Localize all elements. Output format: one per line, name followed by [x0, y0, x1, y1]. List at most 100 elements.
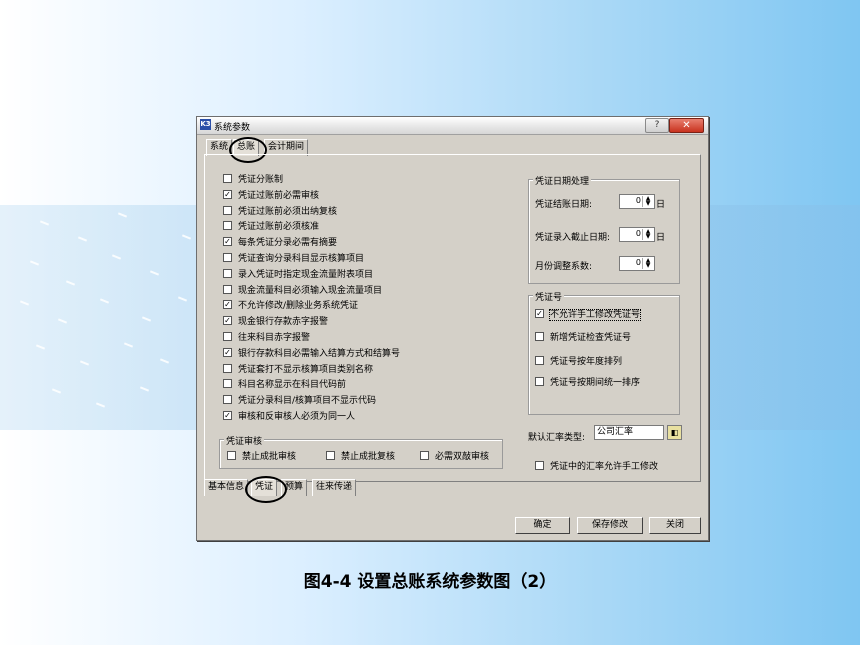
option-checkbox[interactable]: ✓ 不允许修改/删除业务系统凭证 — [223, 298, 358, 311]
browse-icon[interactable]: ◧ — [667, 425, 682, 440]
option-checkbox[interactable]: 科目名称显示在科目代码前 — [223, 377, 346, 390]
checkbox-label: 凭证过账前必需审核 — [238, 190, 320, 201]
option-checkbox[interactable]: 凭证查询分录科目显示核算项目 — [223, 251, 364, 264]
rate-type-label: 默认汇率类型: — [528, 433, 586, 443]
option-checkbox[interactable]: ✓ 审核和反审核人必须为同一人 — [223, 409, 355, 422]
checkbox-label: 凭证分录科目/核算项目不显示代码 — [238, 396, 377, 407]
dialog-title: 系统参数 — [214, 123, 251, 133]
checkbox-label: 凭证分账制 — [238, 175, 284, 185]
spin-arrows-icon[interactable]: ▲ ▼ — [642, 229, 653, 240]
checkbox-label: 凭证号按年度排列 — [550, 357, 623, 367]
closing-date-unit: 日 — [656, 200, 666, 210]
checkbox[interactable]: ✓ — [223, 347, 232, 357]
option-checkbox[interactable]: 往来科目赤字报警 — [223, 330, 310, 343]
option-checkbox[interactable]: 录入凭证时指定现金流量附表项目 — [223, 267, 373, 280]
option-checkbox[interactable]: 凭证套打不显示核算项目类别名称 — [223, 362, 373, 375]
checkbox[interactable]: ✓ — [223, 316, 232, 326]
checkbox[interactable]: ✓ — [223, 237, 232, 247]
title-bar: K3 系统参数 ? ✕ — [197, 117, 708, 135]
checkbox[interactable] — [535, 377, 544, 386]
stepper-value: 0 — [635, 258, 641, 267]
checkbox-label: 科目名称显示在科目代码前 — [238, 380, 347, 391]
audit-option-batch-audit[interactable]: 禁止成批审核 — [227, 449, 296, 462]
spin-arrows-icon[interactable]: ▲ ▼ — [642, 196, 653, 207]
checkbox[interactable] — [223, 268, 232, 278]
number-option-by-period[interactable]: 凭证号按期间统一排序 — [535, 375, 640, 388]
month-adjust-stepper[interactable]: 0 ▲ ▼ — [619, 256, 655, 271]
checkbox-label: 现金银行存款赤字报警 — [238, 317, 329, 328]
checkbox[interactable]: ✓ — [223, 411, 232, 420]
checkbox[interactable] — [223, 363, 232, 373]
number-option-check-on-add[interactable]: 新增凭证检查凭证号 — [535, 330, 631, 343]
checkbox[interactable] — [535, 332, 544, 341]
checkbox[interactable]: ✓ — [535, 309, 544, 318]
audit-option-batch-review[interactable]: 禁止成批复核 — [326, 449, 395, 462]
option-checkbox[interactable]: 凭证分录科目/核算项目不显示代码 — [223, 393, 376, 406]
entry-cutoff-stepper[interactable]: 0 ▲ ▼ — [619, 227, 655, 242]
stepper-value: 0 — [635, 196, 641, 205]
checkbox-label: 凭证查询分录科目显示核算项目 — [238, 254, 365, 264]
checkbox[interactable]: ✓ — [223, 300, 232, 310]
checkbox[interactable] — [223, 395, 232, 405]
checkbox-label: 凭证过账前必须出纳复核 — [238, 206, 338, 217]
checkbox-label: 凭证过账前必须核准 — [238, 222, 320, 233]
checkbox[interactable] — [326, 451, 335, 460]
checkbox[interactable] — [223, 284, 232, 294]
option-checkbox[interactable]: 凭证分账制 — [223, 172, 283, 185]
figure-caption: 图4-4 设置总账系统参数图（2） — [303, 572, 557, 592]
option-checkbox[interactable]: ✓ 银行存款科目必需输入结算方式和结算号 — [223, 346, 400, 359]
option-checkbox[interactable]: 凭证过账前必须出纳复核 — [223, 204, 337, 217]
number-option-by-year[interactable]: 凭证号按年度排列 — [535, 354, 622, 367]
close-window-button[interactable]: ✕ — [669, 118, 704, 133]
rate-type-field[interactable]: 公司汇率 — [594, 425, 664, 440]
checkbox-label: 凭证套打不显示核算项目类别名称 — [238, 364, 374, 375]
option-checkbox[interactable]: 现金流量科目必须输入现金流量项目 — [223, 283, 382, 296]
spin-arrows-icon[interactable]: ▲ ▼ — [642, 258, 653, 269]
checkbox-label: 每条凭证分录必需有摘要 — [238, 238, 338, 249]
close-button[interactable]: 关闭 — [649, 517, 701, 534]
option-checkbox[interactable]: ✓ 凭证过账前必需审核 — [223, 188, 319, 201]
checkbox[interactable] — [223, 253, 232, 262]
allow-manual-rate-edit[interactable]: 凭证中的汇率允许手工修改 — [535, 459, 658, 472]
checkbox-label: 不允许修改/删除业务系统凭证 — [238, 301, 359, 312]
save-button[interactable]: 保存修改 — [577, 517, 643, 534]
checkbox[interactable] — [223, 205, 232, 215]
number-option-no-manual-edit[interactable]: ✓ 不允许手工修改凭证号 — [535, 307, 642, 321]
checkbox[interactable]: ✓ — [223, 189, 232, 199]
checkbox[interactable] — [227, 451, 236, 460]
checkbox-label: 新增凭证检查凭证号 — [550, 333, 632, 343]
checkbox[interactable] — [535, 461, 544, 470]
option-checkbox[interactable]: ✓ 现金银行存款赤字报警 — [223, 314, 328, 327]
checkbox[interactable] — [420, 451, 429, 460]
checkbox[interactable] — [535, 356, 544, 365]
checkbox-label: 往来科目赤字报警 — [238, 333, 311, 343]
option-checkbox[interactable]: 凭证过账前必须核准 — [223, 219, 319, 232]
audit-option-double-audit[interactable]: 必需双敲审核 — [420, 449, 489, 462]
entry-cutoff-unit: 日 — [656, 233, 666, 243]
ok-button[interactable]: 确定 — [515, 517, 570, 534]
checkbox-label: 审核和反审核人必须为同一人 — [238, 412, 356, 422]
option-checkbox[interactable]: ✓ 每条凭证分录必需有摘要 — [223, 235, 337, 248]
closing-date-stepper[interactable]: 0 ▲ ▼ — [619, 194, 655, 209]
number-group-title: 凭证号 — [533, 290, 565, 303]
checkbox-label: 禁止成批复核 — [341, 452, 396, 462]
entry-cutoff-label: 凭证录入截止日期: — [535, 233, 611, 243]
audit-group-title: 凭证审核 — [224, 434, 265, 447]
highlight-circle-voucher — [245, 476, 287, 503]
stepper-value: 0 — [635, 229, 641, 238]
checkbox[interactable] — [223, 221, 232, 231]
system-parameters-dialog: K3 系统参数 ? ✕ 系统 总账 会计期间 凭证分账制 ✓ 凭证过账前必需审核 凭证… — [196, 116, 709, 541]
checkbox[interactable] — [223, 379, 232, 389]
date-group-title: 凭证日期处理 — [533, 174, 592, 187]
checkbox-label: 必需双敲审核 — [435, 452, 490, 462]
app-logo-icon: K3 — [200, 119, 211, 130]
help-button[interactable]: ? — [645, 118, 669, 133]
tab-transfer[interactable]: 往来传递 — [312, 479, 357, 496]
checkbox-label: 凭证号按期间统一排序 — [550, 378, 641, 388]
checkbox[interactable] — [223, 174, 232, 183]
month-adjust-label: 月份调整系数: — [535, 262, 593, 272]
checkbox-label: 不允许手工修改凭证号 — [548, 309, 642, 321]
checkbox[interactable] — [223, 332, 232, 341]
tab-basic-info[interactable]: 基本信息 — [204, 479, 249, 496]
checkbox-label: 银行存款科目必需输入结算方式和结算号 — [238, 348, 401, 359]
